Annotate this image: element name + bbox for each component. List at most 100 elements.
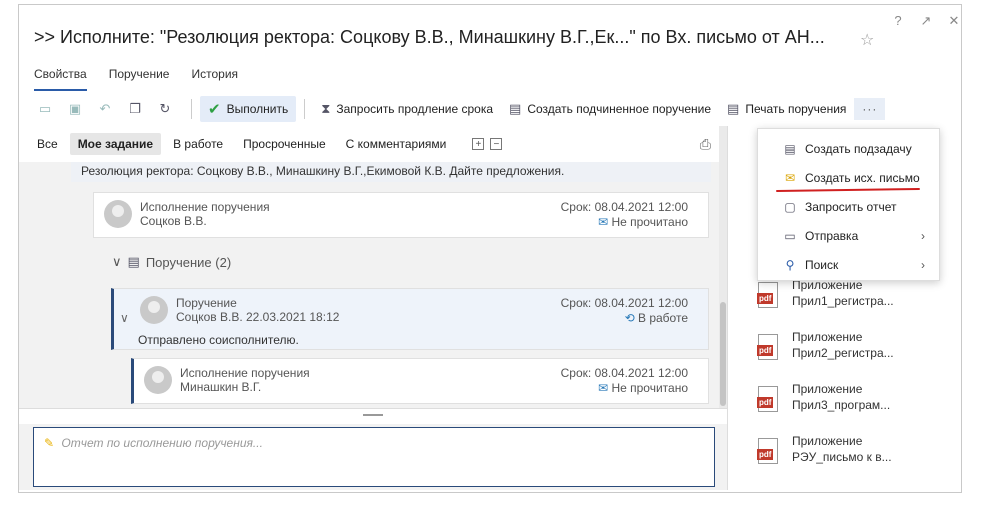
- print-doc-icon: ▤: [727, 101, 740, 116]
- assignment-icon: ▤: [127, 254, 140, 269]
- tab-bar: Свойства Поручение История: [34, 67, 238, 91]
- assignment-card[interactable]: ∨ Поручение Соцков В.В. 22.03.2021 18:12…: [111, 288, 709, 350]
- card-due: Срок: 08.04.2021 12:00: [560, 200, 688, 214]
- attachment-item[interactable]: Приложение Прил2_регистра...: [757, 330, 958, 374]
- pdf-icon: [757, 282, 778, 308]
- undo-icon[interactable]: ↶: [93, 97, 117, 121]
- menu-item-label: Запросить отчет: [805, 200, 897, 214]
- print-assignment-button[interactable]: ▤ Печать поручения: [719, 97, 854, 121]
- avatar: [144, 366, 172, 394]
- attachment-title: Приложение: [792, 330, 863, 344]
- filter-all[interactable]: Все: [29, 133, 66, 155]
- subtask-icon: ▤: [509, 101, 522, 116]
- pdf-icon: [757, 334, 778, 360]
- chevron-down-icon[interactable]: ∨: [120, 311, 129, 325]
- card-title: Поручение: [176, 296, 237, 310]
- attachment-name: Прил3_програм...: [792, 398, 891, 412]
- save-close-icon[interactable]: ▣: [63, 97, 87, 121]
- printer-icon[interactable]: ⎙: [700, 136, 711, 153]
- outgoing-letter-icon: ✉: [784, 171, 796, 185]
- attachment-title: Приложение: [792, 382, 863, 396]
- create-subtask-button[interactable]: ▤ Создать подчиненное поручение: [501, 97, 719, 121]
- request-extension-label: Запросить продление срока: [336, 102, 494, 116]
- window-controls: ? ↗ ✕: [891, 13, 961, 29]
- card-due: Срок: 08.04.2021 12:00: [560, 296, 688, 310]
- card-status-label: В работе: [637, 311, 688, 325]
- refresh-icon[interactable]: ↻: [153, 97, 177, 121]
- open-external-icon[interactable]: ↗: [919, 13, 933, 29]
- favorite-star-icon[interactable]: ☆: [860, 30, 874, 50]
- attachment-name: РЭУ_письмо к в...: [792, 450, 892, 464]
- help-icon[interactable]: ?: [891, 13, 905, 29]
- card-note: Отправлено соисполнителю.: [138, 333, 299, 347]
- menu-item-request-report[interactable]: ▢ Запросить отчет: [758, 193, 939, 221]
- filter-my-task[interactable]: Мое задание: [69, 133, 162, 155]
- filter-in-progress[interactable]: В работе: [165, 133, 231, 155]
- execution-card-2[interactable]: Исполнение поручения Минашкин В.Г. Срок:…: [131, 358, 709, 404]
- scrollbar[interactable]: [719, 126, 727, 408]
- tab-properties[interactable]: Свойства: [34, 67, 87, 91]
- checkmark-icon: ✔: [208, 101, 221, 118]
- card-status-label: Не прочитано: [611, 215, 688, 229]
- card-person: Соцков В.В. 22.03.2021 18:12: [176, 310, 340, 324]
- filter-with-comments[interactable]: С комментариями: [338, 133, 455, 155]
- chevron-down-icon: ∨: [112, 254, 122, 269]
- tab-history[interactable]: История: [191, 67, 238, 91]
- menu-item-label: Отправка: [805, 229, 859, 243]
- attachment-name: Прил2_регистра...: [792, 346, 894, 360]
- tab-assignment[interactable]: Поручение: [109, 67, 170, 91]
- send-icon: ▭: [784, 229, 796, 243]
- chevron-right-icon: ›: [921, 258, 925, 272]
- execution-card-1[interactable]: Исполнение поручения Соцков В.В. Срок: 0…: [93, 192, 709, 238]
- close-icon[interactable]: ✕: [947, 13, 961, 29]
- filter-overdue[interactable]: Просроченные: [235, 133, 334, 155]
- in-progress-icon: ⟲: [624, 311, 635, 325]
- card-title: Исполнение поручения: [180, 366, 310, 380]
- resolution-text: Резолюция ректора: Соцкову В.В., Минашки…: [71, 162, 711, 182]
- attachment-item[interactable]: Приложение РЭУ_письмо к в...: [757, 434, 958, 478]
- execute-button[interactable]: ✔ Выполнить: [200, 96, 297, 122]
- card-due: Срок: 08.04.2021 12:00: [560, 366, 688, 380]
- card-person: Минашкин В.Г.: [180, 380, 262, 394]
- report-placeholder: Отчет по исполнению поручения...: [61, 436, 263, 450]
- menu-item-label: Поиск: [805, 258, 839, 272]
- more-button[interactable]: ···: [854, 98, 886, 120]
- card-status: ⟲ В работе: [625, 311, 688, 325]
- title-bar: >> Исполните: "Резолюция ректора: Соцков…: [19, 5, 961, 63]
- card-status-label: Не прочитано: [611, 381, 688, 395]
- scrollbar-thumb[interactable]: [720, 302, 726, 406]
- execute-label: Выполнить: [226, 102, 289, 116]
- assignment-group[interactable]: ∨ ▤ Поручение (2): [112, 254, 231, 270]
- envelope-icon: ✉: [598, 381, 609, 395]
- save-icon[interactable]: ▭: [33, 97, 57, 121]
- window-title: >> Исполните: "Резолюция ректора: Соцков…: [34, 27, 825, 47]
- filter-bar: Все Мое задание В работе Просроченные С …: [19, 126, 719, 162]
- menu-item-create-subtask[interactable]: ▤ Создать подзадачу: [758, 135, 939, 163]
- request-extension-button[interactable]: ⧗ Запросить продление срока: [313, 97, 501, 121]
- pdf-icon: [757, 386, 778, 412]
- toolbar: ▭ ▣ ↶ ❐ ↻ ✔ Выполнить ⧗ Запросить продле…: [19, 92, 961, 126]
- subtask-icon: ▤: [784, 142, 796, 156]
- card-status: ✉ Не прочитано: [598, 381, 688, 395]
- menu-item-label: Создать исх. письмо: [805, 171, 920, 185]
- attachment-item[interactable]: Приложение Прил3_програм...: [757, 382, 958, 426]
- pdf-icon: [757, 438, 778, 464]
- search-icon: ⚲: [785, 258, 795, 272]
- menu-item-send[interactable]: ▭ Отправка ›: [758, 222, 939, 250]
- attachment-item[interactable]: Приложение Прил1_регистра...: [757, 278, 958, 322]
- collapse-all-icon[interactable]: −: [490, 138, 503, 150]
- report-input[interactable]: ✎ Отчет по исполнению поручения...: [33, 427, 715, 487]
- more-actions-menu: ▤ Создать подзадачу ✉ Создать исх. письм…: [757, 128, 940, 281]
- avatar: [104, 200, 132, 228]
- menu-item-label: Создать подзадачу: [805, 142, 912, 156]
- expand-all-icon[interactable]: +: [472, 138, 485, 150]
- chevron-right-icon: ›: [921, 229, 925, 243]
- toolbar-separator: [304, 99, 306, 119]
- panel-resize-handle[interactable]: [19, 408, 727, 424]
- request-report-icon: ▢: [784, 200, 796, 214]
- menu-item-search[interactable]: ⚲ Поиск ›: [758, 251, 939, 279]
- attachment-title: Приложение: [792, 434, 863, 448]
- avatar: [140, 296, 168, 324]
- card-status: ✉ Не прочитано: [598, 215, 688, 229]
- copy-icon[interactable]: ❐: [123, 97, 147, 121]
